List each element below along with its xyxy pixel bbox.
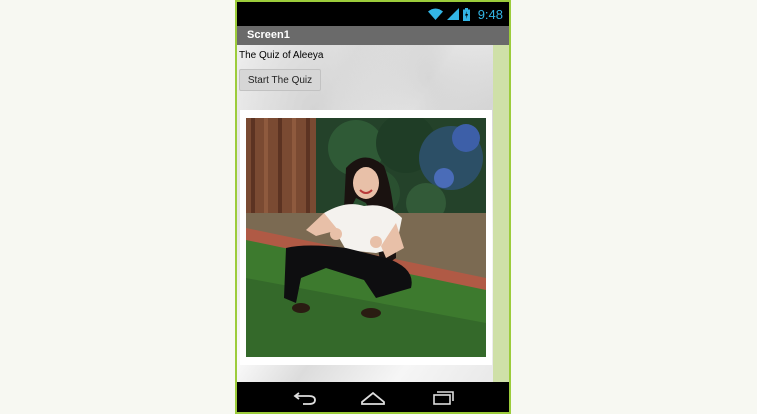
photo-frame [240,110,492,365]
status-icons: 9:48 [427,5,503,23]
status-bar: 9:48 [237,2,509,26]
status-time: 9:48 [477,6,503,22]
quiz-title-label: The Quiz of Aleeya [239,50,324,61]
nav-bar [237,382,509,412]
screen-content[interactable]: The Quiz of Aleeya Start The Quiz [237,45,509,382]
battery-icon [462,7,470,21]
recent-apps-icon[interactable] [429,387,457,407]
signal-icon [446,8,459,20]
quiz-photo [246,118,486,357]
start-quiz-button[interactable]: Start The Quiz [239,69,321,91]
home-icon[interactable] [359,387,387,407]
phone-frame: 9:48 Screen1 The Quiz of Aleeya Start Th… [235,0,511,414]
screen-title: Screen1 [247,29,290,41]
back-icon[interactable] [291,387,319,407]
wifi-icon [427,8,443,20]
title-bar: Screen1 [237,26,509,45]
photo-illustration [246,118,486,357]
scroll-strip [493,45,509,382]
